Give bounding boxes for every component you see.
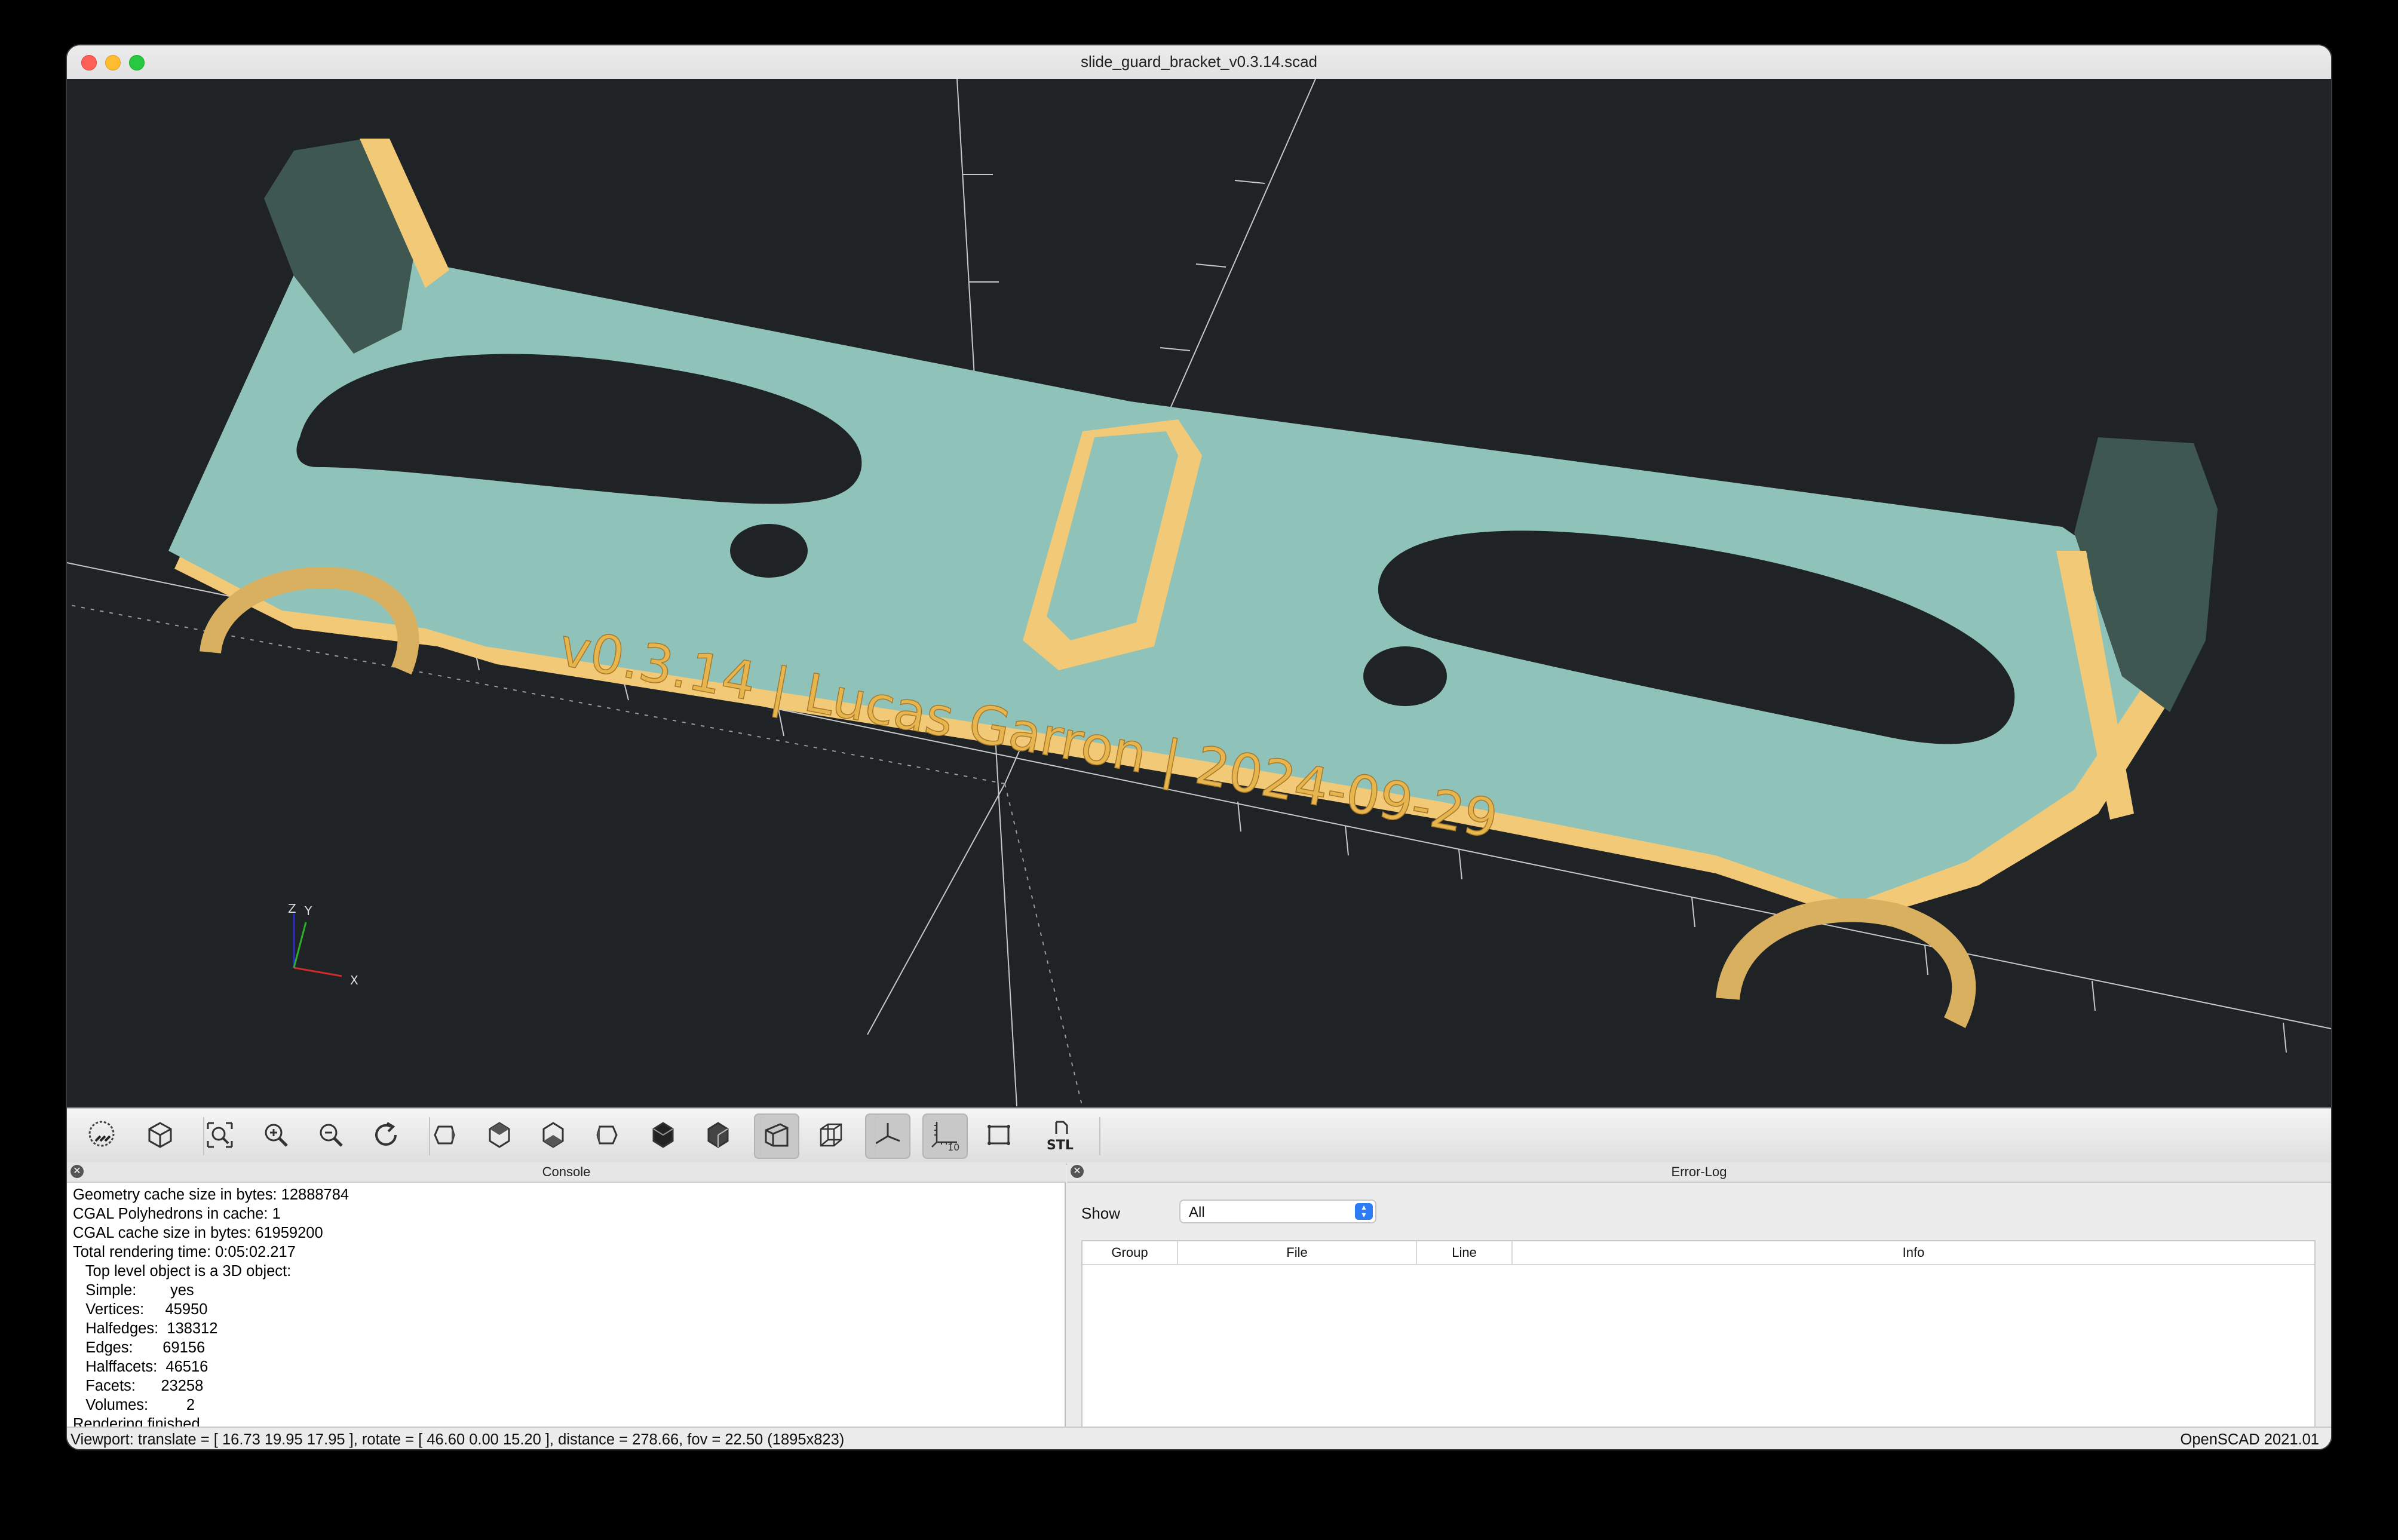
show-label: Show [1081,1204,1121,1222]
preview-icon [85,1118,118,1155]
view-bottom-icon [536,1118,570,1155]
preview-button[interactable] [79,1113,124,1159]
console-line: Volumes: 2 [73,1397,195,1413]
column-header-line[interactable]: Line [1417,1241,1513,1264]
view-top-button[interactable] [477,1113,522,1159]
toolbar-separator [1099,1117,1100,1155]
close-errorlog-icon[interactable]: ✕ [1071,1165,1084,1178]
show-filter-select[interactable]: All ▴ ▾ [1179,1200,1376,1223]
svg-text:10: 10 [947,1142,959,1152]
clip-right [1716,898,1976,1028]
edges-icon [982,1118,1016,1155]
export-stl-button[interactable]: STL [1038,1113,1084,1159]
console-line: Geometry cache size in bytes: 12888784 [73,1186,349,1203]
status-bar: Viewport: translate = [ 16.73 19.95 17.9… [67,1427,2331,1449]
toolbar-separator [760,1117,761,1155]
app-version: OpenSCAD 2021.01 [2180,1431,2320,1448]
orthogonal-icon [814,1118,847,1155]
toolbar-separator [429,1117,430,1155]
zoom-in-button[interactable] [253,1113,299,1159]
show-scale-button[interactable]: 10 [922,1113,968,1159]
toolbar-separator [203,1117,204,1155]
column-header-file[interactable]: File [1178,1241,1417,1264]
viewport-info: Viewport: translate = [ 16.73 19.95 17.9… [70,1431,845,1448]
console-output[interactable]: Geometry cache size in bytes: 12888784 CG… [67,1183,1066,1449]
view-left-icon [590,1118,624,1155]
axis-y-label: Y [304,904,312,918]
view-back-icon [701,1118,735,1155]
axes-icon [871,1118,904,1155]
view-top-icon [483,1118,516,1155]
app-window: slide_guard_bracket_v0.3.14.scad v0.3.14… [67,45,2331,1449]
view-toolbar: 10 STL [67,1108,2331,1165]
zoom-out-icon [314,1118,348,1155]
toolbar-separator [875,1117,876,1155]
console-line: CGAL cache size in bytes: 61959200 [73,1225,323,1241]
errorlog-panel: Show All ▴ ▾ Group File Line Info [1067,1183,2331,1449]
axis-gizmo [293,914,342,977]
console-line: Top level object is a 3D object: [73,1263,292,1280]
show-axes-button[interactable] [865,1113,910,1159]
column-header-info[interactable]: Info [1513,1241,2314,1264]
console-header: ✕ Console [67,1162,1066,1183]
console-line: Halfedges: 138312 [73,1320,218,1337]
view-front-icon [646,1118,680,1155]
view-front-button[interactable] [640,1113,686,1159]
reset-view-button[interactable] [363,1113,409,1159]
view-bottom-button[interactable] [530,1113,576,1159]
axis-z-label: Z [288,901,296,916]
orthogonal-button[interactable] [808,1113,853,1159]
console-line: Facets: 23258 [73,1378,204,1394]
axis-x-label: X [350,973,358,987]
scale-icon: 10 [928,1118,962,1155]
3d-viewport[interactable]: v0.3.14 | Lucas Garron | 2024-09-29 Z Y … [67,79,2331,1108]
chevron-updown-icon: ▴ ▾ [1355,1202,1373,1220]
zoom-in-icon [259,1118,293,1155]
errorlog-title: Error-Log [1671,1164,1727,1179]
model-render: v0.3.14 | Lucas Garron | 2024-09-29 Z Y … [67,79,2331,1108]
console-line: Vertices: 45950 [73,1301,208,1318]
console-line: CGAL Polyhedrons in cache: 1 [73,1205,281,1222]
perspective-icon [760,1118,793,1155]
zoom-out-button[interactable] [308,1113,354,1159]
console-line: Halffacets: 46516 [73,1358,208,1375]
close-console-icon[interactable]: ✕ [70,1165,84,1178]
title-bar: slide_guard_bracket_v0.3.14.scad [67,45,2331,80]
reset-view-icon [369,1118,403,1155]
console-line: Edges: 69156 [73,1339,206,1356]
column-header-group[interactable]: Group [1083,1241,1178,1264]
console-line: Total rendering time: 0:05:02.217 [73,1244,296,1260]
hole-left [730,524,808,578]
show-edges-button[interactable] [976,1113,1022,1159]
errorlog-header: ✕ Error-Log [1067,1162,2331,1183]
errorlog-table: Group File Line Info [1081,1240,2316,1449]
render-icon [143,1118,177,1155]
view-left-button[interactable] [584,1113,630,1159]
view-right-icon [428,1118,461,1155]
show-filter-value: All [1189,1204,1205,1220]
stl-icon: STL [1044,1118,1078,1155]
errorlog-table-header: Group File Line Info [1083,1241,2314,1265]
console-line: Simple: yes [73,1282,194,1299]
render-button[interactable] [137,1113,183,1159]
window-title: slide_guard_bracket_v0.3.14.scad [1080,53,1318,70]
view-back-button[interactable] [695,1113,741,1159]
view-all-icon [203,1118,237,1155]
hole-right [1363,646,1447,706]
console-title: Console [542,1164,591,1179]
svg-text:STL: STL [1047,1138,1074,1152]
